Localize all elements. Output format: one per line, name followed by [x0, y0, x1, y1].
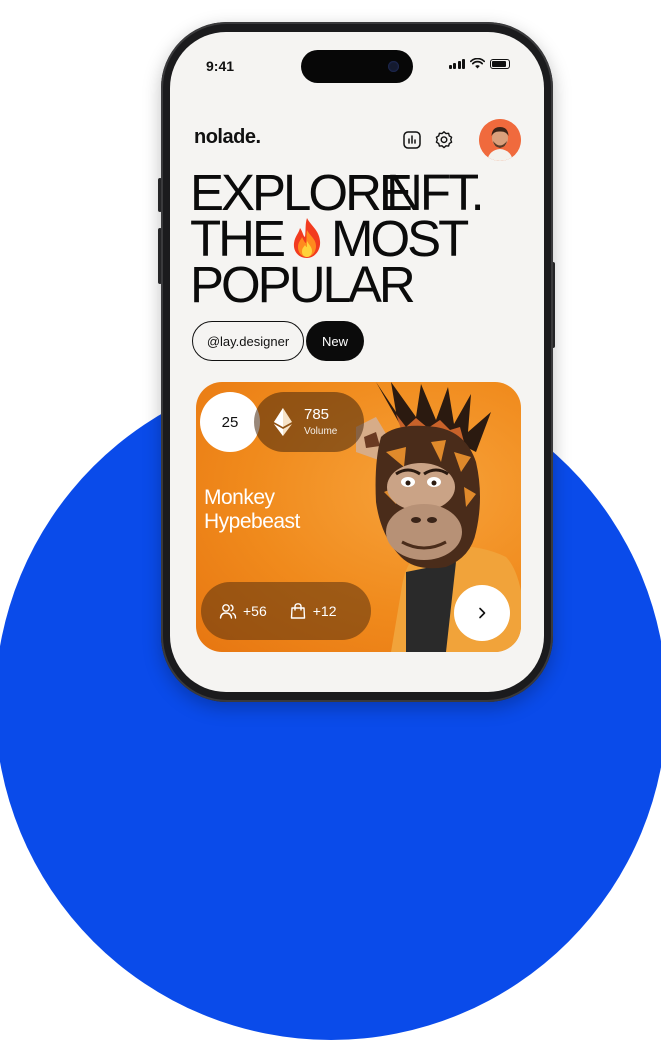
- creator-handle-tag[interactable]: @lay.designer: [192, 321, 304, 361]
- wifi-icon: [470, 58, 485, 69]
- avatar[interactable]: [479, 119, 521, 161]
- dynamic-island: [301, 50, 413, 83]
- stats-icon[interactable]: [402, 130, 422, 150]
- followers-stat: +56: [219, 602, 267, 620]
- status-bar: 9:41: [170, 32, 544, 83]
- new-tag-button[interactable]: New: [306, 321, 364, 361]
- volume-badge: 785 Volume: [254, 392, 364, 452]
- status-time: 9:41: [206, 58, 235, 74]
- nft-title-line-2: Hypebeast: [204, 510, 300, 533]
- headline-line-3: POPULAR: [190, 256, 416, 313]
- bag-icon: [290, 603, 305, 619]
- headline-line-4-wrap: NFT.: [386, 164, 485, 221]
- ethereum-icon: [274, 408, 292, 436]
- users-icon: [219, 604, 237, 619]
- edition-count-badge: 25: [200, 392, 260, 452]
- camera-icon: [388, 61, 399, 72]
- brand-logo: nolade.: [194, 126, 261, 148]
- headline-line-4: NFT.: [386, 164, 485, 221]
- nft-title-line-1: Monkey: [204, 486, 275, 509]
- fire-icon: [293, 218, 321, 258]
- next-button[interactable]: [454, 585, 510, 641]
- chevron-right-icon: [479, 607, 486, 619]
- battery-icon: [490, 58, 510, 69]
- volume-label: Volume: [304, 426, 338, 437]
- engagement-stats: +56 +12: [201, 582, 371, 640]
- volume-value: 785: [304, 406, 330, 423]
- bags-stat: +12: [289, 602, 337, 620]
- bags-count: +12: [312, 603, 337, 619]
- gear-icon[interactable]: [434, 130, 454, 150]
- signal-icon: [448, 58, 465, 69]
- status-icons: [448, 58, 510, 69]
- app-header: nolade.: [170, 119, 544, 162]
- followers-count: +56: [243, 603, 267, 619]
- nft-title: Monkey Hypebeast: [204, 486, 300, 534]
- phone-screen: 9:41 nolade. EXPLORE THE MOST POPULAR NF…: [170, 32, 544, 692]
- nft-card[interactable]: 25 785 Volume Monkey Hypebeast +56 +12: [196, 382, 521, 652]
